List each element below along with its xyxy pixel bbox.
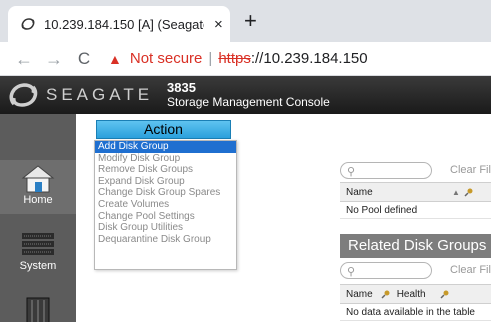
- seagate-logo-icon: [9, 83, 38, 107]
- address-bar[interactable]: ▲ Not secure | https ://10.239.184.150: [108, 50, 368, 67]
- tab-close-icon[interactable]: ×: [214, 17, 223, 32]
- menu-item[interactable]: Create Volumes: [95, 199, 236, 211]
- system-icon: [22, 233, 54, 255]
- table-row: No data available in the table: [340, 304, 491, 321]
- column-header-name[interactable]: Name: [346, 289, 373, 300]
- seagate-favicon-icon: [20, 16, 36, 32]
- column-header-name[interactable]: Name: [346, 187, 446, 198]
- related-table: Name Health No data available in the tab…: [340, 284, 491, 321]
- action-button[interactable]: Action: [96, 120, 231, 139]
- column-filter-icon[interactable]: [381, 289, 391, 299]
- tab-title: 10.239.184.150 [A] (Seagate-TME: [44, 16, 204, 32]
- home-icon: [21, 165, 55, 193]
- left-navigation: Home System: [0, 114, 76, 322]
- related-clear-filter-button[interactable]: Clear Filt: [450, 264, 491, 276]
- table-header: Name Health: [340, 284, 491, 304]
- related-search-input[interactable]: ⚲: [340, 262, 432, 279]
- app-header: SEAGATE 3835 Storage Management Console: [0, 76, 491, 114]
- new-tab-button[interactable]: +: [244, 10, 257, 32]
- storage-icon: [26, 297, 50, 322]
- menu-item[interactable]: Change Pool Settings: [95, 211, 236, 223]
- console-subtitle: Storage Management Console: [167, 94, 330, 109]
- menu-item[interactable]: Add Disk Group: [95, 141, 236, 153]
- search-icon: ⚲: [347, 266, 356, 278]
- browser-toolbar: ← → C ▲ Not secure | https ://10.239.184…: [0, 42, 491, 76]
- nav-item-home[interactable]: Home: [0, 160, 76, 214]
- back-button[interactable]: ←: [12, 50, 36, 68]
- product-info: 3835 Storage Management Console: [167, 80, 330, 109]
- menu-item[interactable]: Modify Disk Group: [95, 153, 236, 165]
- related-disk-groups-title: Related Disk Groups: [340, 234, 491, 258]
- url-host: ://10.239.184.150: [250, 50, 368, 67]
- nav-label-home: Home: [23, 194, 53, 206]
- column-filter-icon[interactable]: [464, 187, 474, 197]
- column-header-health[interactable]: Health: [397, 289, 426, 300]
- pools-search-input[interactable]: ⚲: [340, 162, 432, 179]
- main-content: Action Add Disk Group Modify Disk Group Re…: [76, 114, 491, 322]
- pools-table: Name ▲ No Pool defined: [340, 182, 491, 219]
- url-separator: |: [208, 50, 213, 67]
- menu-item[interactable]: Expand Disk Group: [95, 176, 236, 188]
- nav-label-system: System: [19, 260, 57, 272]
- table-row: No Pool defined: [340, 202, 491, 219]
- browser-tab[interactable]: 10.239.184.150 [A] (Seagate-TME ×: [8, 6, 230, 42]
- action-menu: Add Disk Group Modify Disk Group Remove Di…: [94, 140, 237, 270]
- sort-asc-icon[interactable]: ▲: [452, 188, 460, 197]
- model-number: 3835: [167, 80, 196, 96]
- menu-item[interactable]: Remove Disk Groups: [95, 164, 236, 176]
- url-scheme: https: [218, 50, 251, 67]
- column-filter-icon[interactable]: [440, 289, 450, 299]
- menu-item[interactable]: Change Disk Group Spares: [95, 187, 236, 199]
- forward-button[interactable]: →: [42, 50, 66, 68]
- empty-message: No Pool defined: [346, 204, 418, 216]
- nav-item-system[interactable]: System: [0, 224, 76, 280]
- security-label[interactable]: Not secure: [130, 50, 203, 67]
- search-icon: ⚲: [347, 166, 356, 178]
- pools-clear-filter-button[interactable]: Clear Filt: [450, 164, 491, 176]
- nav-item-storage[interactable]: [0, 294, 76, 322]
- reload-button[interactable]: C: [72, 50, 96, 67]
- menu-item[interactable]: Dequarantine Disk Group: [95, 234, 236, 246]
- empty-message: No data available in the table: [346, 306, 475, 318]
- brand-wordmark: SEAGATE: [46, 85, 154, 104]
- warning-icon[interactable]: ▲: [108, 51, 122, 67]
- table-header: Name ▲: [340, 182, 491, 202]
- browser-tab-strip: 10.239.184.150 [A] (Seagate-TME × +: [0, 0, 491, 42]
- menu-item[interactable]: Disk Group Utilities: [95, 222, 236, 234]
